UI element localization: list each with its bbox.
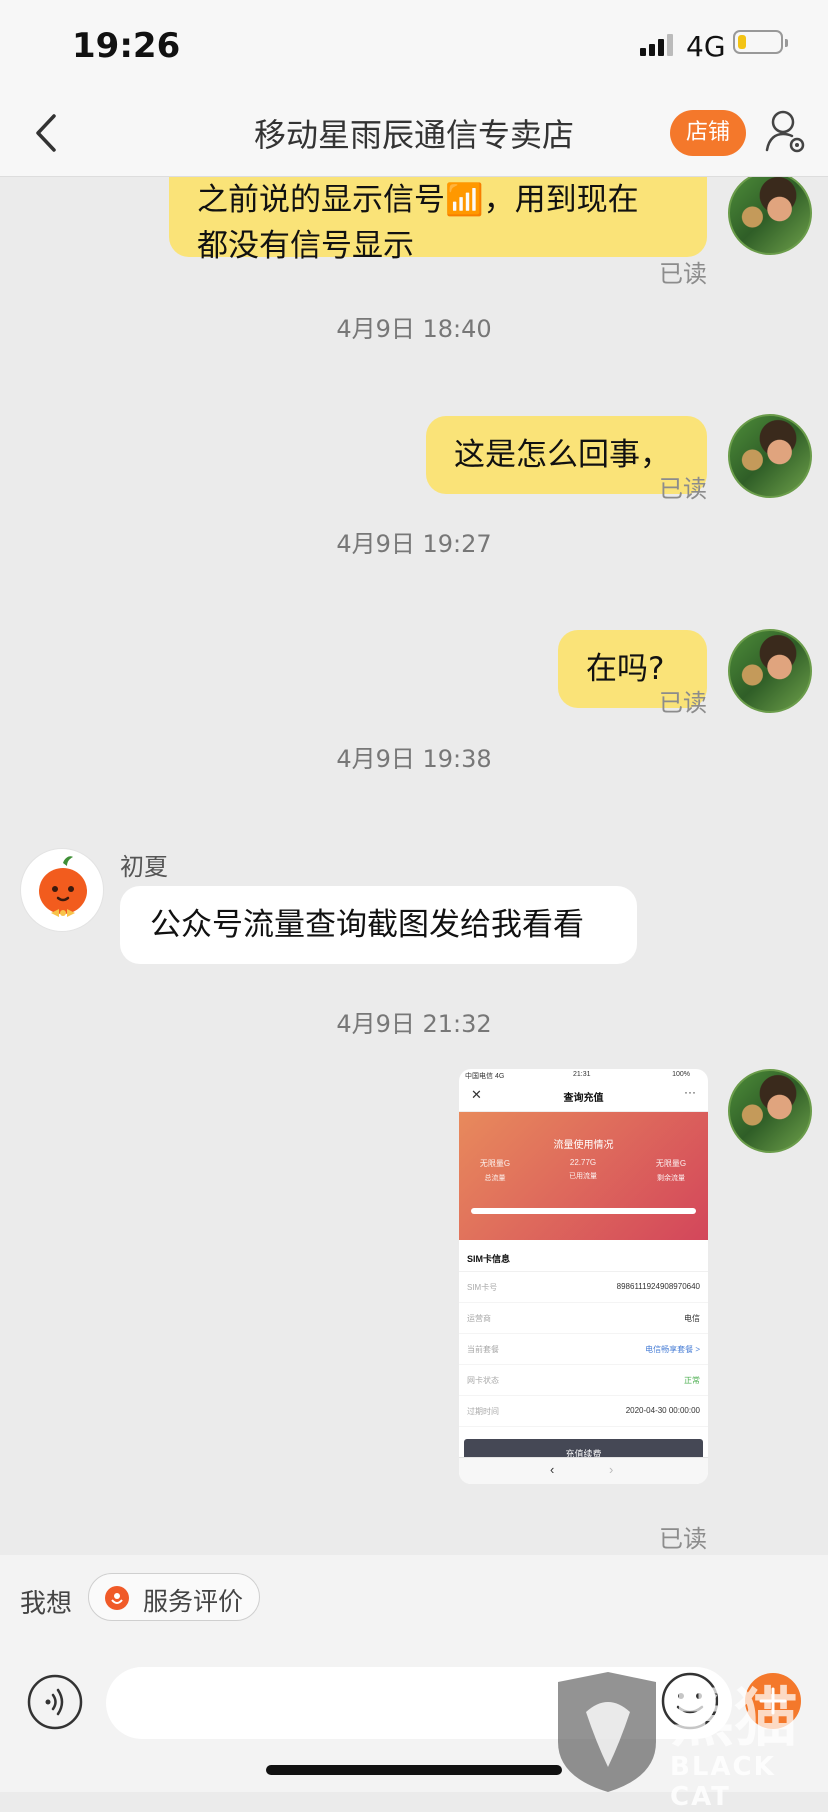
sim-info-key: 网卡状态	[467, 1376, 499, 1385]
add-button[interactable]	[745, 1673, 801, 1729]
nav-bar: 移动星雨辰通信专卖店 店铺	[0, 90, 828, 177]
sim-info-row: 运营商 电信	[459, 1303, 708, 1334]
sim-section-title: SIM卡信息	[459, 1240, 708, 1272]
image-message[interactable]: 中国电信 4G 21:31 100% ✕ 查询充值 ··· 流量使用情况 无限量…	[459, 1069, 708, 1484]
read-receipt: 已读	[659, 475, 707, 503]
my-avatar[interactable]	[728, 177, 812, 255]
service-rating-chip[interactable]: 服务评价	[88, 1573, 260, 1621]
timestamp: 4月9日 19:27	[336, 530, 492, 558]
mascot-icon	[39, 856, 87, 917]
read-receipt: 已读	[659, 689, 707, 717]
embedded-title: 查询充值	[563, 1093, 604, 1104]
back-chevron-icon: ‹	[550, 1462, 555, 1477]
timestamp: 4月9日 19:38	[336, 745, 492, 773]
status-time: 19:26	[72, 26, 181, 66]
embedded-time: 21:31	[573, 1071, 591, 1078]
usage-progress-bar	[471, 1208, 696, 1214]
agent-message-bubble[interactable]: 公众号流量查询截图发给我看看	[120, 886, 637, 964]
embedded-browser-nav: ‹ ›	[459, 1457, 708, 1484]
usage-stat-label: 已用流量	[569, 1173, 597, 1180]
message-input[interactable]	[106, 1667, 732, 1739]
sim-info-row: SIM卡号 8986111924908970640	[459, 1272, 708, 1303]
sim-info-row: 当前套餐 电信畅享套餐 >	[459, 1334, 708, 1365]
sim-info-row: 过期时间 2020-04-30 00:00:00	[459, 1396, 708, 1427]
usage-stat-label: 剩余流量	[657, 1175, 685, 1182]
usage-stat-label: 总流量	[484, 1175, 506, 1182]
my-avatar[interactable]	[728, 629, 812, 713]
sim-info-value: 8986111924908970640	[616, 1282, 700, 1291]
suggestion-label: 我想	[20, 1589, 73, 1619]
agent-avatar[interactable]	[20, 848, 104, 932]
flower-icon	[105, 1586, 129, 1610]
chip-label: 服务评价	[143, 1587, 244, 1616]
cellular-signal-icon	[640, 34, 676, 56]
usage-stat: 22.77G 已用流量	[555, 1158, 611, 1181]
usage-stat: 无限量G 剩余流量	[643, 1158, 699, 1183]
sim-info-value: 电信畅享套餐 >	[645, 1345, 700, 1354]
embedded-header: ✕ 查询充值 ···	[459, 1081, 708, 1112]
message-text: 在吗?	[586, 651, 665, 687]
message-line: 之前说的显示信号📶，用到现在	[197, 182, 639, 218]
usage-stat-value: 无限量G	[479, 1159, 511, 1168]
suggestion-bar: 我想 服务评价	[0, 1555, 828, 1647]
usage-stat-value: 22.77G	[569, 1158, 597, 1167]
network-type: 4G	[686, 30, 726, 63]
timestamp: 4月9日 18:40	[336, 315, 492, 343]
embedded-status-bar: 中国电信 4G 21:31 100%	[459, 1069, 708, 1081]
read-receipt: 已读	[659, 260, 707, 288]
message-text: 公众号流量查询截图发给我看看	[150, 907, 584, 943]
emoji-icon[interactable]	[660, 1671, 720, 1731]
voice-input-icon[interactable]	[26, 1673, 84, 1731]
user-settings-icon[interactable]	[764, 108, 808, 156]
embedded-carrier: 中国电信 4G	[465, 1073, 505, 1080]
sim-info-key: 运营商	[467, 1314, 491, 1323]
my-message-bubble[interactable]: 之前说的显示信号📶，用到现在 都没有信号显示	[169, 177, 707, 264]
usage-panel: 流量使用情况 无限量G 总流量 22.77G 已用流量 无限量G 剩余流量	[459, 1112, 708, 1240]
usage-stat-value: 无限量G	[655, 1159, 687, 1168]
my-avatar[interactable]	[728, 1069, 812, 1153]
shop-button[interactable]: 店铺	[670, 110, 746, 156]
usage-title: 流量使用情况	[553, 1140, 614, 1151]
sim-info-key: SIM卡号	[467, 1283, 498, 1292]
agent-name: 初夏	[120, 853, 168, 881]
sim-info-key: 当前套餐	[467, 1345, 499, 1354]
battery-icon	[733, 30, 788, 54]
sim-info-key: 过期时间	[467, 1407, 499, 1416]
plus-icon	[759, 1687, 787, 1715]
usage-stat: 无限量G 总流量	[467, 1158, 523, 1183]
timestamp: 4月9日 21:32	[336, 1010, 492, 1038]
sim-info-value: 电信	[684, 1314, 700, 1323]
forward-chevron-icon: ›	[609, 1462, 614, 1477]
chat-area: 之前说的显示信号📶，用到现在 都没有信号显示 已读 4月9日 18:40 这是怎…	[0, 177, 828, 1555]
message-text: 这是怎么回事，	[454, 437, 671, 473]
sim-info-value: 正常	[684, 1376, 700, 1385]
sim-info-value: 2020-04-30 00:00:00	[625, 1406, 700, 1415]
read-receipt: 已读	[659, 1525, 707, 1553]
embedded-battery: 100%	[672, 1071, 690, 1078]
message-line: 都没有信号显示	[197, 228, 414, 264]
more-icon: ···	[684, 1085, 696, 1099]
sim-info-row: 网卡状态 正常	[459, 1365, 708, 1396]
status-bar: 19:26 4G	[0, 0, 828, 90]
home-indicator	[266, 1765, 562, 1775]
my-avatar[interactable]	[728, 414, 812, 498]
